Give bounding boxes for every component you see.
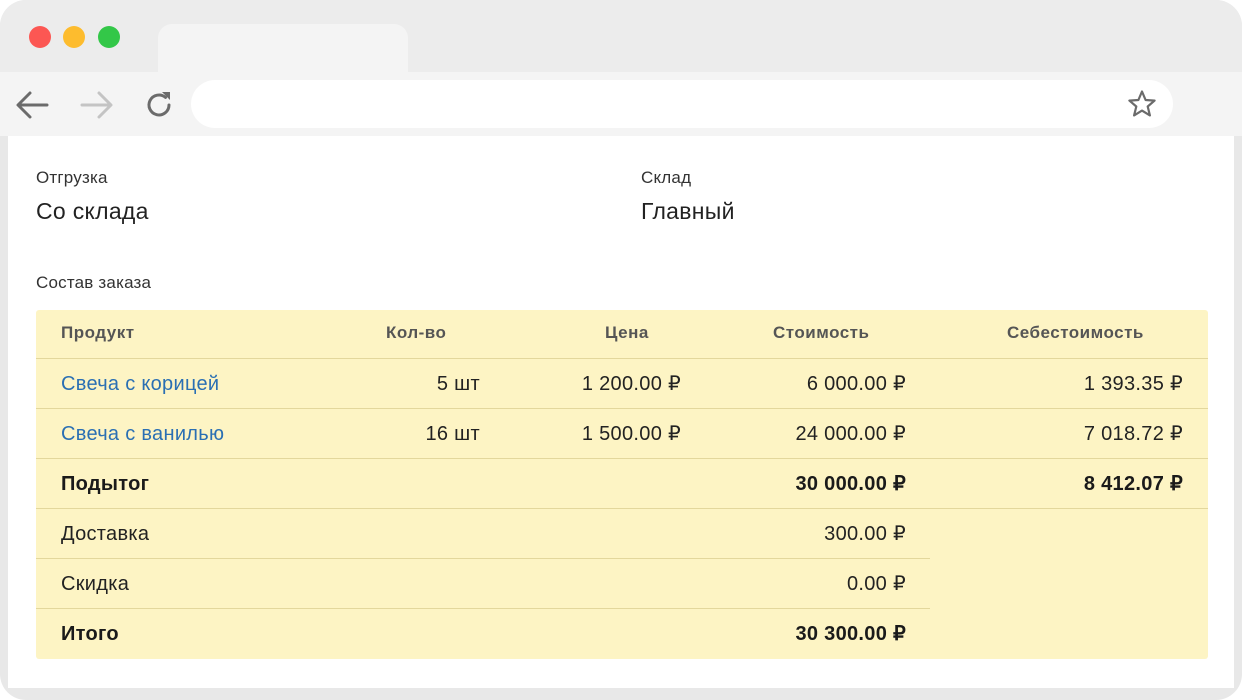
cost-cell: 24 000.00 ₽	[795, 423, 906, 445]
arrow-right-icon	[80, 91, 113, 119]
product-link[interactable]: Свеча с ванилью	[61, 409, 224, 459]
table-row: Свеча с ванилью 16 шт 1 500.00 ₽ 24 000.…	[36, 409, 1208, 459]
total-cost: 30 300.00 ₽	[795, 623, 906, 645]
prime-cost-cell: 7 018.72 ₽	[1083, 423, 1183, 445]
delivery-cost: 300.00 ₽	[824, 523, 906, 545]
delivery-label: Доставка	[61, 523, 150, 545]
column-header-product: Продукт	[61, 323, 135, 342]
subtotal-prime-cost: 8 412.07 ₽	[1083, 473, 1183, 495]
column-header-prime-cost: Себестоимость	[1007, 323, 1144, 342]
column-header-cost: Стоимость	[773, 323, 870, 342]
order-table: Продукт Кол-во Цена Стоимость Себестоимо…	[36, 310, 1208, 659]
product-link[interactable]: Свеча с корицей	[61, 359, 219, 409]
shipment-label: Отгрузка	[36, 168, 108, 187]
browser-toolbar	[0, 72, 1242, 136]
browser-window: Отгрузка Со склада Склад Главный Состав …	[0, 0, 1242, 700]
address-bar[interactable]	[191, 80, 1173, 128]
reload-button[interactable]	[140, 86, 178, 124]
shipment-value: Со склада	[36, 198, 149, 224]
column-header-price: Цена	[605, 323, 649, 342]
price-cell: 1 200.00 ₽	[581, 373, 681, 395]
total-label: Итого	[61, 623, 119, 645]
forward-button[interactable]	[78, 86, 116, 124]
subtotal-label: Подытог	[61, 473, 150, 495]
qty-cell: 16 шт	[425, 423, 480, 445]
cost-cell: 6 000.00 ₽	[806, 373, 906, 395]
warehouse-value: Главный	[641, 198, 735, 224]
browser-tab[interactable]	[158, 24, 408, 74]
price-cell: 1 500.00 ₽	[581, 423, 681, 445]
total-row: Итого 30 300.00 ₽	[36, 609, 1208, 659]
warehouse-label: Склад	[641, 168, 692, 187]
back-button[interactable]	[13, 86, 51, 124]
star-icon[interactable]	[1127, 89, 1157, 119]
discount-cost: 0.00 ₽	[846, 573, 906, 595]
close-window-button[interactable]	[29, 26, 51, 48]
title-bar	[0, 0, 1242, 74]
discount-label: Скидка	[61, 573, 130, 595]
column-header-qty: Кол-во	[386, 323, 447, 342]
qty-cell: 5 шт	[436, 373, 480, 395]
prime-cost-cell: 1 393.35 ₽	[1083, 373, 1183, 395]
order-section-title: Состав заказа	[36, 273, 152, 292]
discount-row: Скидка 0.00 ₽	[36, 559, 1208, 609]
maximize-window-button[interactable]	[98, 26, 120, 48]
reload-icon	[147, 92, 171, 117]
arrow-left-icon	[16, 91, 49, 119]
subtotal-cost: 30 000.00 ₽	[795, 473, 906, 495]
table-header-row: Продукт Кол-во Цена Стоимость Себестоимо…	[36, 310, 1208, 356]
table-row: Свеча с корицей 5 шт 1 200.00 ₽ 6 000.00…	[36, 359, 1208, 409]
delivery-row: Доставка 300.00 ₽	[36, 509, 1208, 559]
minimize-window-button[interactable]	[63, 26, 85, 48]
subtotal-row: Подытог 30 000.00 ₽ 8 412.07 ₽	[36, 459, 1208, 509]
page-content: Отгрузка Со склада Склад Главный Состав …	[8, 136, 1234, 688]
